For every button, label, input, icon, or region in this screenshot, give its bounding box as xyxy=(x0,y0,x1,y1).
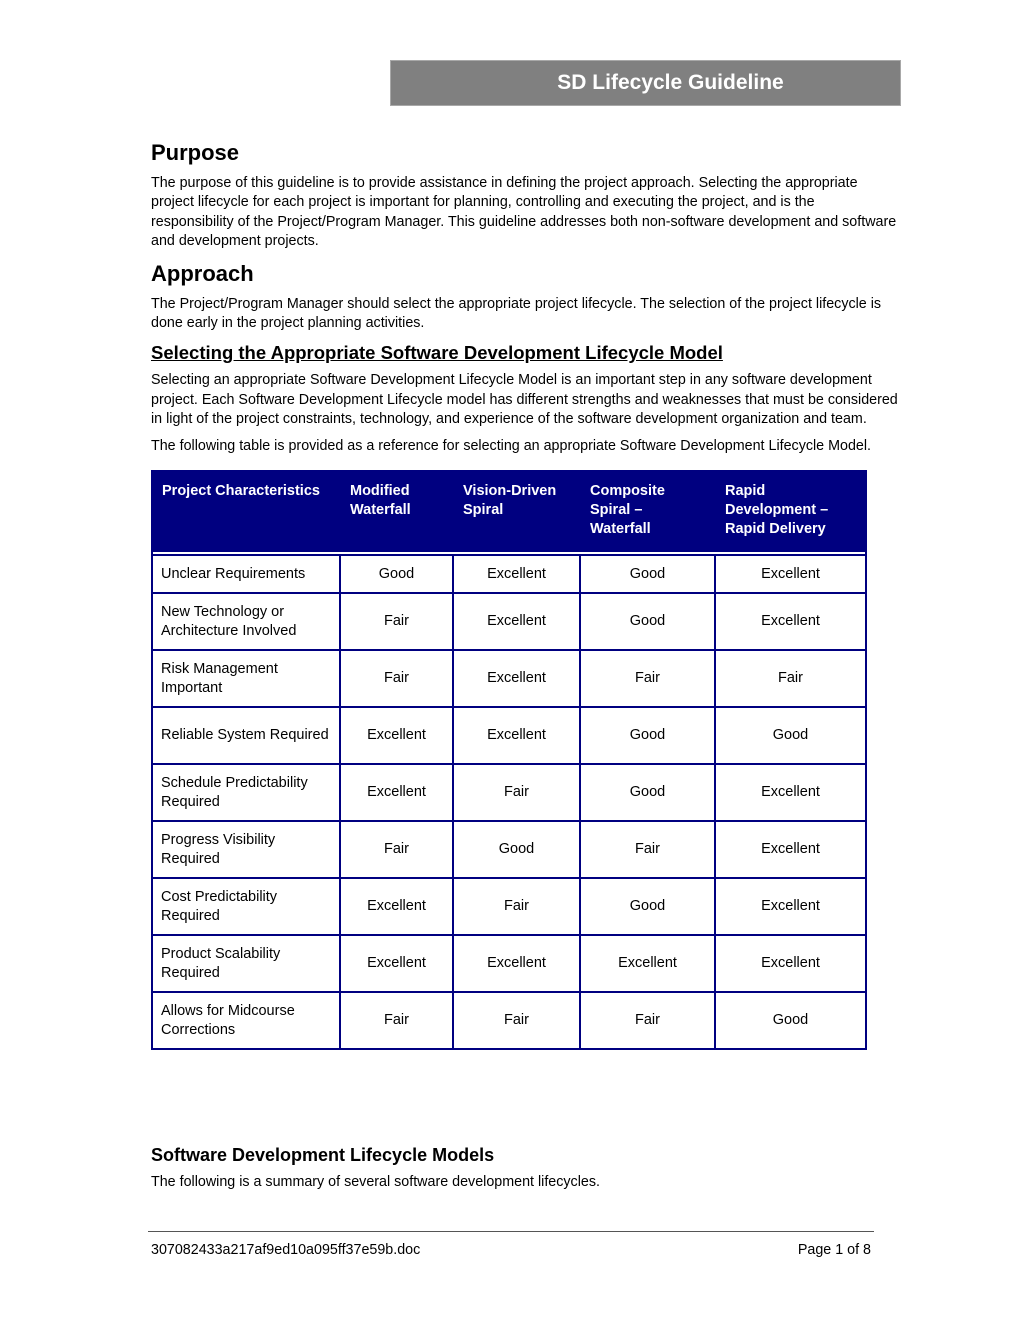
table-row: New Technology or Architecture Involved F… xyxy=(151,592,867,652)
rating-cell: Excellent xyxy=(339,877,454,937)
row-characteristic: Progress Visibility Required xyxy=(151,820,341,880)
models-section: Software Development Lifecycle Models Th… xyxy=(151,1142,899,1199)
footer-page-number: Page 1 of 8 xyxy=(797,1242,871,1258)
approach-heading: Approach xyxy=(151,260,254,286)
rating-cell: Excellent xyxy=(579,934,716,994)
rating-cell: Excellent xyxy=(452,706,581,766)
rating-cell: Excellent xyxy=(339,763,454,823)
column-header: Project Characteristics xyxy=(151,470,341,553)
footer-filename: 307082433a217af9ed10a095ff37e59b.doc xyxy=(151,1242,421,1258)
column-header: Composite Spiral – Waterfall xyxy=(579,470,716,553)
document-body: Purpose The purpose of this guideline is… xyxy=(151,138,899,1051)
rating-cell: Excellent xyxy=(714,820,867,880)
row-characteristic: Unclear Requirements xyxy=(151,554,341,595)
approach-paragraph: The Project/Program Manager should selec… xyxy=(151,295,882,332)
rating-cell: Excellent xyxy=(452,554,581,595)
rating-cell: Good xyxy=(579,592,716,652)
rating-cell: Excellent xyxy=(714,877,867,937)
rating-cell: Excellent xyxy=(452,934,581,994)
table-row: Cost Predictability Required Excellent Fai… xyxy=(151,877,867,937)
selecting-paragraph-1: Selecting an appropriate Software Develo… xyxy=(151,372,898,428)
purpose-paragraph: The purpose of this guideline is to prov… xyxy=(151,175,897,250)
table-row: Risk Management Important Fair Excellent Fa… xyxy=(151,649,867,709)
table-row: Reliable System Required Excellent Excelle… xyxy=(151,706,867,766)
table-body: Unclear Requirements Good Excellent Good Exc… xyxy=(151,551,867,1051)
row-characteristic: Allows for Midcourse Corrections xyxy=(151,991,341,1051)
rating-cell: Fair xyxy=(339,592,454,652)
table-row: Unclear Requirements Good Excellent Good Exc… xyxy=(151,554,867,595)
selecting-paragraph-2: The following table is provided as a ref… xyxy=(151,437,872,454)
table-row: Schedule Predictability Required Excellen… xyxy=(151,763,867,823)
rating-cell: Good xyxy=(579,763,716,823)
table-header-row: Project Characteristics Modified Waterfa… xyxy=(151,470,867,553)
rating-cell: Excellent xyxy=(714,934,867,994)
document-title-banner: SD Lifecycle Guideline xyxy=(390,60,901,106)
rating-cell: Fair xyxy=(579,991,716,1051)
row-characteristic: Schedule Predictability Required xyxy=(151,763,341,823)
lifecycle-selection-table: Project Characteristics Modified Waterfa… xyxy=(151,470,867,1051)
row-characteristic: New Technology or Architecture Involved xyxy=(151,592,341,652)
document-title: SD Lifecycle Guideline xyxy=(557,71,784,94)
rating-cell: Excellent xyxy=(339,934,454,994)
rating-cell: Good xyxy=(579,706,716,766)
rating-cell: Fair xyxy=(714,649,867,709)
column-header: Vision-Driven Spiral xyxy=(452,470,581,553)
row-characteristic: Cost Predictability Required xyxy=(151,877,341,937)
rating-cell: Fair xyxy=(452,877,581,937)
rating-cell: Good xyxy=(714,991,867,1051)
rating-cell: Good xyxy=(452,820,581,880)
rating-cell: Fair xyxy=(339,820,454,880)
rating-cell: Excellent xyxy=(339,706,454,766)
column-header: Modified Waterfall xyxy=(339,470,454,553)
column-header: Rapid Development – Rapid Delivery xyxy=(714,470,867,553)
rating-cell: Fair xyxy=(452,991,581,1051)
rating-cell: Good xyxy=(579,554,716,595)
table-row: Allows for Midcourse Corrections Fair Fair… xyxy=(151,991,867,1051)
selecting-heading: Selecting the Appropriate Software Devel… xyxy=(151,342,723,364)
rating-cell: Excellent xyxy=(452,592,581,652)
footer-divider xyxy=(148,1231,874,1232)
rating-cell: Good xyxy=(339,554,454,595)
rating-cell: Fair xyxy=(339,991,454,1051)
rating-cell: Excellent xyxy=(452,649,581,709)
rating-cell: Good xyxy=(714,706,867,766)
page-footer: 307082433a217af9ed10a095ff37e59b.doc Pag… xyxy=(151,1242,871,1258)
purpose-heading: Purpose xyxy=(151,140,240,165)
models-heading: Software Development Lifecycle Models xyxy=(151,1145,495,1165)
rating-cell: Fair xyxy=(579,820,716,880)
row-characteristic: Reliable System Required xyxy=(151,706,341,766)
rating-cell: Excellent xyxy=(714,592,867,652)
rating-cell: Fair xyxy=(339,649,454,709)
row-characteristic: Product Scalability Required xyxy=(151,934,341,994)
rating-cell: Good xyxy=(579,877,716,937)
table-row: Product Scalability Required Excellent Exc… xyxy=(151,934,867,994)
rating-cell: Fair xyxy=(579,649,716,709)
rating-cell: Excellent xyxy=(714,554,867,595)
rating-cell: Excellent xyxy=(714,763,867,823)
row-characteristic: Risk Management Important xyxy=(151,649,341,709)
models-paragraph: The following is a summary of several so… xyxy=(151,1174,600,1190)
table-row: Progress Visibility Required Fair Good Fair… xyxy=(151,820,867,880)
rating-cell: Fair xyxy=(452,763,581,823)
